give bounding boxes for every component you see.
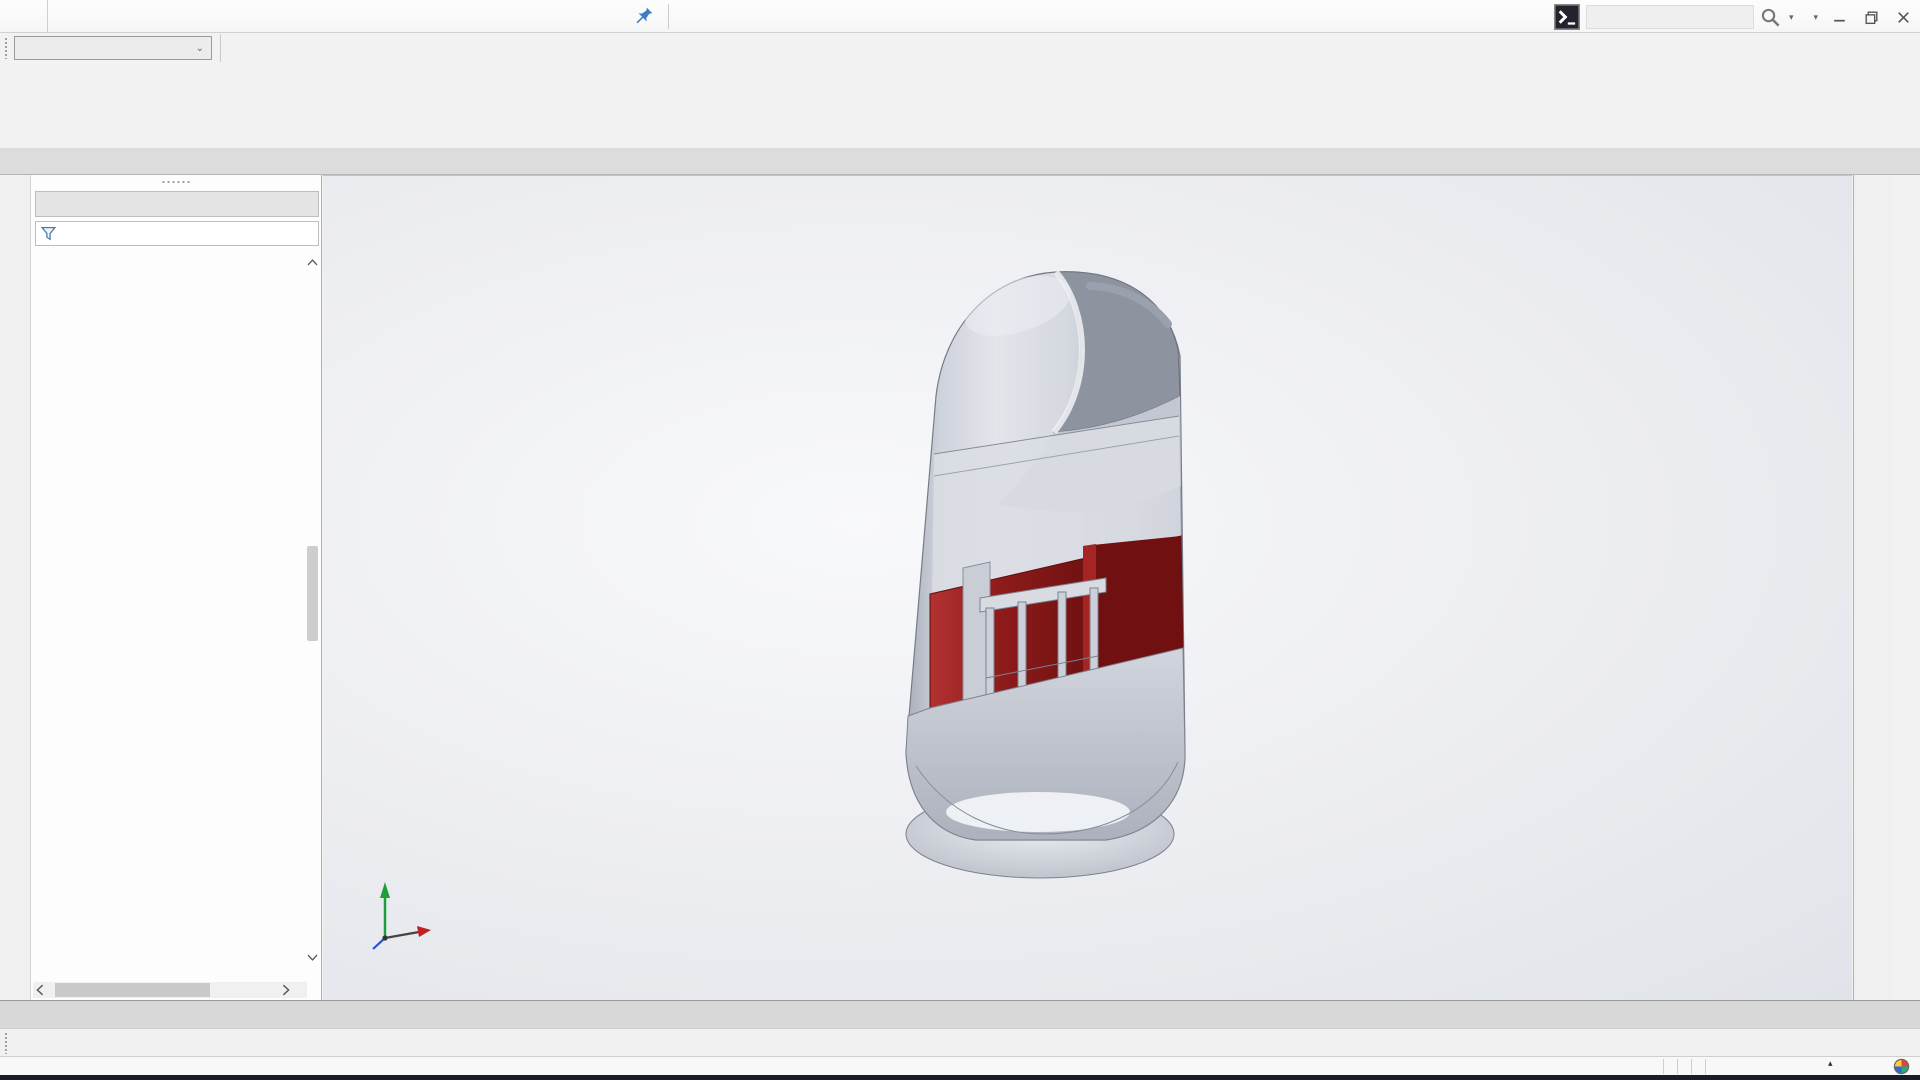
selection-filter-toolbar bbox=[0, 1028, 1920, 1056]
scroll-up-icon bbox=[306, 256, 319, 269]
close-button[interactable] bbox=[1890, 5, 1916, 29]
right-toolbar-strip bbox=[1894, 175, 1920, 1000]
panel-grip[interactable] bbox=[161, 180, 191, 184]
document-tab-row bbox=[0, 1000, 1920, 1028]
command-tabs-row bbox=[0, 148, 1920, 175]
units-caret-icon[interactable]: ▴ bbox=[1828, 1058, 1833, 1069]
search-icon[interactable] bbox=[1760, 7, 1781, 28]
scroll-right-icon bbox=[279, 983, 293, 997]
workspace bbox=[0, 175, 1920, 1000]
panel-tabs bbox=[35, 191, 319, 217]
model-3d-cutaway[interactable] bbox=[868, 246, 1238, 896]
task-pane bbox=[1853, 175, 1893, 1000]
status-bar: ▴ bbox=[0, 1056, 1920, 1075]
taskbar-edge bbox=[0, 1075, 1920, 1080]
help-caret[interactable]: ▾ bbox=[1811, 12, 1820, 23]
graphics-viewport[interactable] bbox=[323, 175, 1852, 1000]
titlebar-right: ▾ ▾ bbox=[1554, 3, 1916, 31]
command-manager-ribbon bbox=[0, 62, 1920, 148]
search-options-caret[interactable]: ▾ bbox=[1787, 12, 1796, 23]
solidworks-logo bbox=[10, 0, 48, 32]
search-commands-input[interactable] bbox=[1585, 5, 1754, 29]
minimize-button[interactable] bbox=[1826, 5, 1852, 29]
tree-horizontal-scrollbar[interactable] bbox=[33, 982, 307, 998]
scroll-down-icon bbox=[306, 951, 319, 964]
scroll-left-icon bbox=[33, 983, 47, 997]
tree-filter-box[interactable] bbox=[35, 221, 319, 246]
restore-button[interactable] bbox=[1858, 5, 1884, 29]
web-status-icon[interactable] bbox=[1892, 1057, 1911, 1076]
scroll-thumb bbox=[55, 983, 210, 997]
toolbar-grip[interactable] bbox=[4, 37, 8, 59]
toolbar-grip[interactable] bbox=[4, 1032, 8, 1054]
divider bbox=[220, 34, 221, 62]
origin-triad bbox=[372, 882, 431, 950]
title-bar: ▾ ▾ bbox=[0, 0, 1920, 33]
feature-tree bbox=[33, 256, 309, 982]
pin-menu-icon[interactable] bbox=[635, 6, 654, 25]
command-console-icon[interactable] bbox=[1554, 4, 1580, 30]
toolbar-divider bbox=[668, 4, 669, 29]
feature-manager-panel bbox=[30, 175, 322, 1000]
configuration-row: ⌄ bbox=[0, 34, 1920, 62]
left-toolbar-strip bbox=[0, 175, 30, 1000]
document-title bbox=[1040, 0, 1380, 33]
solidworks-window: ▾ ▾ ⌄ ▴ bbox=[0, 0, 1920, 1080]
configuration-dropdown[interactable]: ⌄ bbox=[14, 36, 212, 60]
scroll-thumb bbox=[307, 546, 318, 641]
chevron-down-icon: ⌄ bbox=[195, 42, 204, 54]
tree-vertical-scrollbar[interactable] bbox=[305, 256, 320, 982]
